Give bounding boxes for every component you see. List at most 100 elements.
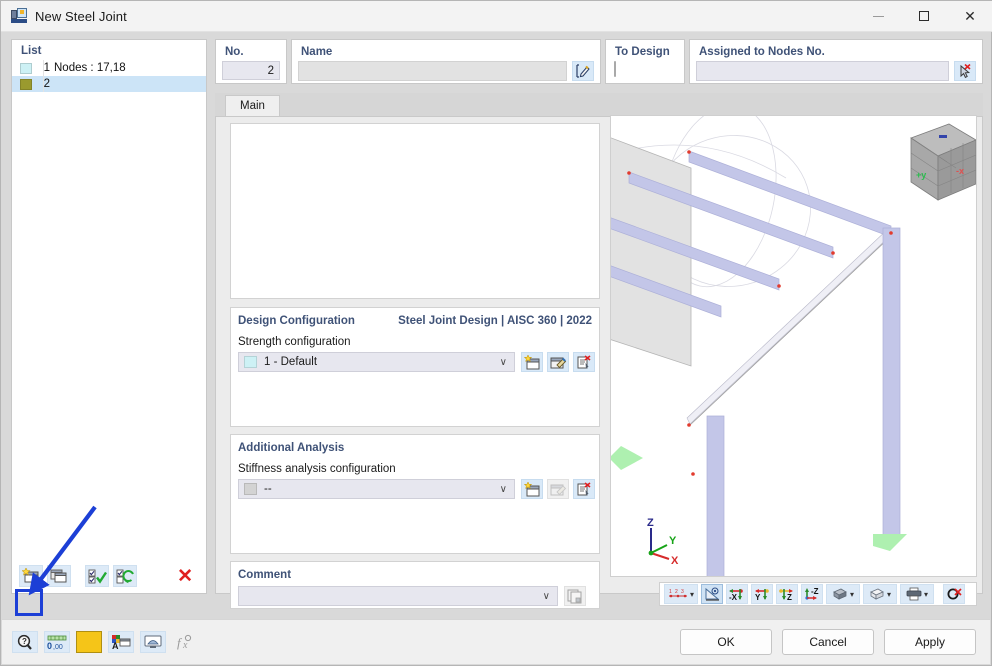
- design-standard-label: Steel Joint Design | AISC 360 | 2022: [398, 315, 592, 327]
- svg-text:1: 1: [669, 589, 672, 595]
- ok-button[interactable]: OK: [680, 629, 772, 655]
- chevron-down-icon[interactable]: ∨: [543, 591, 550, 602]
- view-negative-x-label: -X: [729, 593, 738, 601]
- delete-joint-button[interactable]: ✕: [177, 567, 193, 586]
- list-panel: List 1 Nodes : 17,18 2 ✕: [11, 39, 207, 594]
- assigned-nodes-label: Assigned to Nodes No.: [699, 46, 825, 58]
- no-value: 2: [267, 64, 274, 77]
- maximize-button[interactable]: [901, 1, 947, 31]
- svg-text:0: 0: [47, 641, 52, 650]
- model-viewport[interactable]: +y -x Z Y X: [610, 115, 977, 577]
- units-button[interactable]: 0 ,00: [44, 631, 70, 653]
- svg-text:Y: Y: [669, 535, 677, 547]
- edit-name-button[interactable]: [572, 61, 594, 81]
- viewport-toolbar: 1 2 3 ▾ -X Y Z -Z ▾ ▾ ▾: [659, 582, 977, 606]
- name-panel: Name: [291, 39, 601, 84]
- refresh-selection-button[interactable]: [113, 565, 137, 587]
- no-label: No.: [225, 46, 244, 58]
- to-design-checkbox[interactable]: [614, 61, 616, 77]
- stiffness-analysis-value: --: [264, 483, 272, 495]
- edit-configuration-button[interactable]: [547, 352, 569, 372]
- chevron-down-icon[interactable]: ▾: [887, 590, 891, 599]
- view-y-label: Y: [755, 593, 761, 601]
- name-input[interactable]: [298, 61, 567, 81]
- wireframe-dropdown-button[interactable]: ▾: [863, 584, 897, 604]
- list-divider: [43, 60, 44, 92]
- display-properties-button[interactable]: A: [108, 631, 134, 653]
- svg-text:,00: ,00: [53, 644, 63, 650]
- comment-copy-button[interactable]: [564, 586, 586, 606]
- shading-dropdown-button[interactable]: ▾: [826, 584, 860, 604]
- stiffness-analysis-combo[interactable]: -- ∨: [238, 479, 515, 499]
- view-cube-x-label: -x: [956, 166, 964, 176]
- chevron-down-icon[interactable]: ∨: [500, 484, 507, 495]
- view-negative-z-button[interactable]: -Z: [801, 584, 823, 604]
- list-toolbar: ✕: [13, 560, 205, 592]
- chevron-down-icon[interactable]: ▾: [850, 590, 854, 599]
- strength-configuration-value: 1 - Default: [264, 356, 318, 368]
- design-configuration-group: Design Configuration Steel Joint Design …: [230, 307, 600, 427]
- list-item-label: Nodes : 17,18: [54, 62, 126, 74]
- chevron-down-icon[interactable]: ▾: [690, 590, 694, 599]
- svg-text:x: x: [182, 640, 188, 650]
- to-design-panel: To Design: [605, 39, 685, 84]
- svg-text:3: 3: [681, 589, 684, 595]
- delete-stiffness-configuration-button[interactable]: [573, 479, 595, 499]
- comment-group: Comment ∨: [230, 561, 600, 609]
- svg-text:Z: Z: [647, 517, 654, 529]
- check-all-button[interactable]: [85, 565, 109, 587]
- list-item-number: 2: [43, 78, 50, 90]
- title-bar: New Steel Joint ✕: [1, 1, 992, 32]
- no-field[interactable]: 2: [222, 61, 280, 80]
- copy-joint-button[interactable]: [47, 565, 71, 587]
- list-item[interactable]: 1 Nodes : 17,18: [12, 60, 206, 76]
- view-settings-button[interactable]: [140, 631, 166, 653]
- minimize-button[interactable]: [855, 1, 901, 31]
- window-title: New Steel Joint: [35, 8, 127, 24]
- supports: [611, 446, 907, 551]
- chevron-down-icon[interactable]: ▾: [924, 590, 928, 599]
- svg-text:?: ?: [22, 637, 27, 646]
- comment-title: Comment: [238, 569, 292, 581]
- cancel-button[interactable]: Cancel: [782, 629, 874, 655]
- edit-stiffness-configuration-button: [547, 479, 569, 499]
- steel-joint-dialog: New Steel Joint ✕ List 1 Nodes : 17,18 2: [0, 0, 992, 666]
- name-label: Name: [301, 46, 333, 58]
- svg-text:2: 2: [675, 589, 678, 595]
- delete-configuration-button[interactable]: [573, 352, 595, 372]
- numbering-dropdown-button[interactable]: 1 2 3 ▾: [664, 584, 698, 604]
- view-negative-x-button[interactable]: -X: [726, 584, 748, 604]
- zoom-reset-button[interactable]: [943, 584, 965, 604]
- tab-main[interactable]: Main: [225, 95, 280, 116]
- assigned-nodes-panel: Assigned to Nodes No.: [689, 39, 983, 84]
- comment-combo[interactable]: ∨: [238, 586, 558, 606]
- formula-button: f x: [172, 631, 198, 653]
- columns: [706, 227, 901, 576]
- bottom-left-toolbar: ? 0 ,00 A f x: [2, 631, 204, 653]
- additional-analysis-title: Additional Analysis: [238, 442, 345, 454]
- new-configuration-button[interactable]: [521, 352, 543, 372]
- strength-configuration-combo[interactable]: 1 - Default ∨: [238, 352, 515, 372]
- render-mode-button[interactable]: [701, 584, 723, 604]
- view-negative-z-label: -Z: [811, 587, 819, 596]
- new-stiffness-configuration-button[interactable]: [521, 479, 543, 499]
- list-item[interactable]: 2: [12, 76, 206, 92]
- stiffness-analysis-swatch: [244, 483, 257, 495]
- help-button[interactable]: ?: [12, 631, 38, 653]
- new-joint-button[interactable]: [19, 565, 43, 587]
- close-icon[interactable]: ✕: [947, 1, 992, 31]
- svg-text:A: A: [112, 641, 119, 650]
- print-dropdown-button[interactable]: ▾: [900, 584, 934, 604]
- assigned-nodes-input[interactable]: [696, 61, 949, 81]
- color-button[interactable]: [76, 631, 102, 653]
- view-y-button[interactable]: Y: [751, 584, 773, 604]
- list-item-number: 1: [43, 62, 50, 74]
- to-design-label: To Design: [615, 46, 670, 58]
- view-cube-y-label: +y: [916, 170, 926, 180]
- view-z-label: Z: [787, 593, 792, 601]
- pick-nodes-cursor-icon[interactable]: [954, 61, 976, 81]
- dialog-action-buttons: OK Cancel Apply: [670, 629, 990, 655]
- apply-button[interactable]: Apply: [884, 629, 976, 655]
- view-z-button[interactable]: Z: [776, 584, 798, 604]
- chevron-down-icon[interactable]: ∨: [500, 357, 507, 368]
